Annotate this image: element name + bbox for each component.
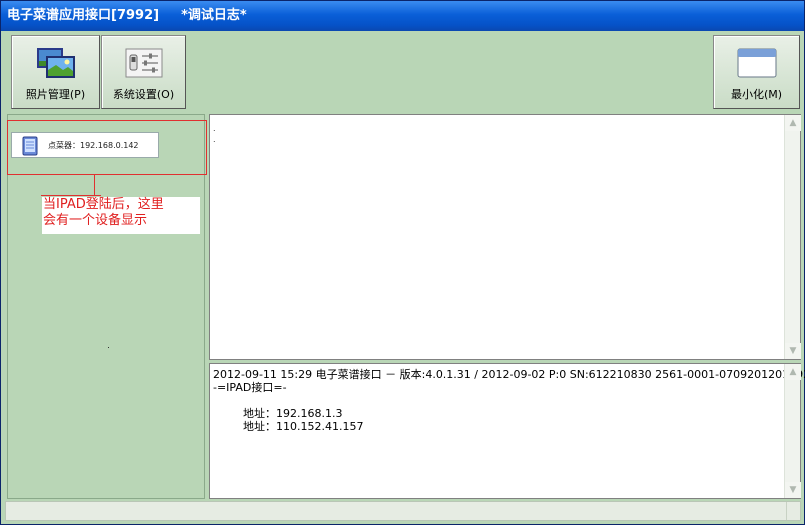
window-subtitle: *调试日志* xyxy=(181,8,247,23)
log-text: 2012-09-11 15:29 电子菜谱接口 － 版本:4.0.1.31 / … xyxy=(213,368,805,433)
annotation-line-1: 当IPAD登陆后，这里 xyxy=(43,197,164,212)
log-line-version: 2012-09-11 15:29 电子菜谱接口 － 版本:4.0.1.31 / … xyxy=(213,368,805,381)
minimize-button[interactable]: 最小化(M) xyxy=(713,35,800,109)
app-window: 电子菜谱应用接口[7992] *调试日志* 照片管理(P) 系统设置(O) 最小… xyxy=(0,0,805,525)
log-scroll-down-icon[interactable]: ▼ xyxy=(785,482,801,498)
main-scrollbar[interactable]: ▲ ▼ xyxy=(784,115,801,359)
main-output-panel[interactable]: . . ▲ ▼ xyxy=(209,114,801,360)
log-line-header: -=IPAD接口=- xyxy=(213,381,287,394)
system-settings-label: 系统设置(O) xyxy=(112,88,175,101)
device-label: 点菜器：192.168.0.142 xyxy=(48,141,139,150)
annotation-connector-h xyxy=(41,195,101,196)
main-mark-2: . xyxy=(213,135,216,144)
stray-dot xyxy=(108,347,109,348)
status-bar xyxy=(5,501,801,521)
device-item[interactable]: 点菜器：192.168.0.142 xyxy=(11,132,159,158)
device-list-panel: 点菜器：192.168.0.142 当IPAD登陆后，这里 会有一个设备显示 xyxy=(7,114,207,499)
photo-management-label: 照片管理(P) xyxy=(25,88,86,101)
system-settings-button[interactable]: 系统设置(O) xyxy=(101,35,186,109)
window-title: 电子菜谱应用接口[7992] xyxy=(7,8,160,23)
title-bar[interactable]: 电子菜谱应用接口[7992] *调试日志* xyxy=(1,1,804,31)
tablet-icon xyxy=(22,136,38,156)
scroll-up-icon[interactable]: ▲ xyxy=(785,115,801,131)
photo-management-button[interactable]: 照片管理(P) xyxy=(11,35,100,109)
scroll-down-icon[interactable]: ▼ xyxy=(785,343,801,359)
main-marks: . . xyxy=(213,123,216,145)
debug-log-panel[interactable]: 2012-09-11 15:29 电子菜谱接口 － 版本:4.0.1.31 / … xyxy=(209,363,805,499)
log-scroll-up-icon[interactable]: ▲ xyxy=(785,364,801,380)
annotation-connector xyxy=(94,175,95,195)
log-line-address-2: 地址：110.152.41.157 xyxy=(243,420,364,433)
toolbar: 照片管理(P) 系统设置(O) 最小化(M) xyxy=(5,33,801,111)
status-bar-grip[interactable] xyxy=(786,502,800,520)
main-mark-1: . xyxy=(213,124,216,133)
minimize-label: 最小化(M) xyxy=(730,88,783,101)
photo-icon xyxy=(36,48,75,78)
annotation-note: 当IPAD登陆后，这里 会有一个设备显示 xyxy=(42,197,200,234)
log-line-blank xyxy=(213,394,805,407)
window-minimize-icon xyxy=(737,48,776,78)
log-line-address-1: 地址：192.168.1.3 xyxy=(243,407,343,420)
settings-sliders-icon xyxy=(125,48,162,78)
annotation-line-2: 会有一个设备显示 xyxy=(43,213,148,228)
log-scrollbar[interactable]: ▲ ▼ xyxy=(784,364,801,498)
